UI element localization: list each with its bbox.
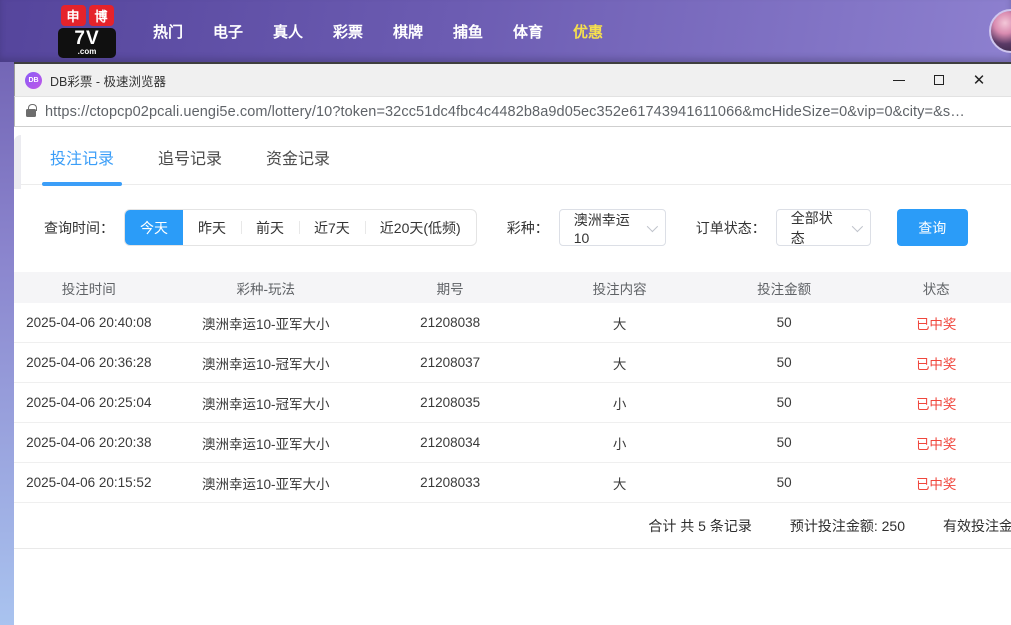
cell-lottery-play: 澳洲幸运10-亚军大小 — [164, 473, 368, 493]
browser-window: DB DB彩票 - 极速浏览器 ✕ https://ctopcp02pcali.… — [14, 62, 1011, 625]
nav-item-lottery[interactable]: 彩票 — [318, 21, 378, 42]
cell-issue: 21208035 — [368, 395, 533, 410]
cell-issue: 21208033 — [368, 475, 533, 490]
cell-bet-amount: 50 — [707, 355, 862, 370]
table-row: 2025-04-06 20:15:52 澳洲幸运10-亚军大小 21208033… — [14, 463, 1011, 503]
chevron-down-icon — [646, 220, 657, 231]
cell-bet-content: 大 — [532, 353, 706, 373]
lottery-select[interactable]: 澳洲幸运10 — [559, 209, 666, 246]
cell-bet-content: 小 — [532, 393, 706, 413]
chevron-down-icon — [851, 220, 862, 231]
site-logo[interactable]: 申 博 7V .com — [58, 5, 116, 58]
tab-fund-records[interactable]: 资金记录 — [266, 145, 330, 184]
cell-bet-content: 大 — [532, 473, 706, 493]
header-status: 状态 — [861, 278, 1011, 298]
cell-bet-content: 大 — [532, 313, 706, 333]
status-filter-label: 订单状态： — [696, 218, 766, 238]
lottery-select-value: 澳洲幸运10 — [574, 210, 639, 246]
page-url: https://ctopcp02pcali.uengi5e.com/lotter… — [45, 104, 965, 120]
time-option-7days[interactable]: 近7天 — [299, 210, 365, 245]
cell-bet-time: 2025-04-06 20:36:28 — [14, 355, 164, 370]
cell-issue: 21208038 — [368, 315, 533, 330]
app-icon: DB — [25, 72, 42, 89]
cell-lottery-play: 澳洲幸运10-冠军大小 — [164, 353, 368, 373]
table-row: 2025-04-06 20:20:38 澳洲幸运10-亚军大小 21208034… — [14, 423, 1011, 463]
maximize-button[interactable] — [919, 66, 959, 94]
window-titlebar: DB DB彩票 - 极速浏览器 ✕ — [14, 64, 1011, 96]
minimize-button[interactable] — [879, 66, 919, 94]
cell-issue: 21208034 — [368, 435, 533, 450]
cell-lottery-play: 澳洲幸运10-亚军大小 — [164, 433, 368, 453]
nav-item-chess[interactable]: 棋牌 — [378, 21, 438, 42]
tab-bet-records[interactable]: 投注记录 — [50, 145, 114, 184]
query-filters: 查询时间： 今天 昨天 前天 近7天 近20天(低频) 彩种： 澳洲幸运10 订… — [44, 209, 1011, 246]
lottery-filter-label: 彩种： — [507, 218, 549, 238]
page-content: 投注记录 追号记录 资金记录 查询时间： 今天 昨天 前天 近7天 近20天(低… — [14, 127, 1011, 625]
nav-item-fishing[interactable]: 捕鱼 — [438, 21, 498, 42]
summary-expected-amount: 预计投注金额: 250 — [790, 516, 905, 536]
table-row: 2025-04-06 20:25:04 澳洲幸运10-冠军大小 21208035… — [14, 383, 1011, 423]
cell-bet-time: 2025-04-06 20:40:08 — [14, 315, 164, 330]
header-lottery-play: 彩种-玩法 — [164, 278, 368, 298]
cell-status: 已中奖 — [861, 433, 1011, 453]
cell-bet-amount: 50 — [707, 315, 862, 330]
nav-item-sports[interactable]: 体育 — [498, 21, 558, 42]
record-tabs: 投注记录 追号记录 资金记录 — [14, 127, 1011, 185]
time-option-20days[interactable]: 近20天(低频) — [365, 210, 476, 245]
summary-total-records: 合计 共 5 条记录 — [648, 516, 751, 536]
logo-badge-left: 申 — [61, 5, 86, 26]
summary-valid-amount: 有效投注金额 — [943, 516, 1011, 536]
header-issue: 期号 — [368, 278, 533, 298]
table-row: 2025-04-06 20:36:28 澳洲幸运10-冠军大小 21208037… — [14, 343, 1011, 383]
order-status-select[interactable]: 全部状态 — [776, 209, 871, 246]
bet-records-table: 投注时间 彩种-玩法 期号 投注内容 投注金额 状态 2025-04-06 20… — [14, 272, 1011, 549]
time-range-group: 今天 昨天 前天 近7天 近20天(低频) — [124, 209, 477, 246]
cell-bet-amount: 50 — [707, 435, 862, 450]
close-button[interactable]: ✕ — [959, 66, 999, 94]
cell-bet-amount: 50 — [707, 395, 862, 410]
minimize-icon — [893, 80, 905, 81]
cell-lottery-play: 澳洲幸运10-亚军大小 — [164, 313, 368, 333]
cell-issue: 21208037 — [368, 355, 533, 370]
maximize-icon — [934, 75, 944, 85]
table-row: 2025-04-06 20:40:08 澳洲幸运10-亚军大小 21208038… — [14, 303, 1011, 343]
cell-bet-time: 2025-04-06 20:20:38 — [14, 435, 164, 450]
time-option-day-before[interactable]: 前天 — [241, 210, 299, 245]
cell-status: 已中奖 — [861, 473, 1011, 493]
corner-accent — [14, 135, 21, 189]
cell-status: 已中奖 — [861, 393, 1011, 413]
nav-item-promo[interactable]: 优惠 — [558, 21, 618, 42]
user-avatar[interactable] — [989, 9, 1011, 53]
time-option-today[interactable]: 今天 — [125, 210, 183, 245]
table-summary-row: 合计 共 5 条记录 预计投注金额: 250 有效投注金额 — [14, 503, 1011, 549]
header-bet-amount: 投注金额 — [707, 278, 862, 298]
cell-bet-content: 小 — [532, 433, 706, 453]
cell-bet-amount: 50 — [707, 475, 862, 490]
logo-badge-right: 博 — [89, 5, 114, 26]
cell-lottery-play: 澳洲幸运10-冠军大小 — [164, 393, 368, 413]
nav-menu: 热门 电子 真人 彩票 棋牌 捕鱼 体育 优惠 — [138, 21, 618, 42]
close-icon: ✕ — [973, 73, 986, 88]
time-option-yesterday[interactable]: 昨天 — [183, 210, 241, 245]
header-bet-content: 投注内容 — [532, 278, 706, 298]
time-filter-label: 查询时间： — [44, 218, 114, 238]
logo-main-text: 7V — [58, 29, 116, 48]
header-bet-time: 投注时间 — [14, 278, 164, 298]
table-header-row: 投注时间 彩种-玩法 期号 投注内容 投注金额 状态 — [14, 272, 1011, 303]
cell-bet-time: 2025-04-06 20:15:52 — [14, 475, 164, 490]
cell-status: 已中奖 — [861, 353, 1011, 373]
query-button[interactable]: 查询 — [897, 209, 968, 246]
address-bar[interactable]: https://ctopcp02pcali.uengi5e.com/lotter… — [14, 96, 1011, 127]
logo-sub-text: .com — [58, 48, 116, 56]
ssl-lock-icon — [26, 109, 36, 117]
nav-item-electronic[interactable]: 电子 — [198, 21, 258, 42]
cell-bet-time: 2025-04-06 20:25:04 — [14, 395, 164, 410]
site-navbar: 申 博 7V .com 热门 电子 真人 彩票 棋牌 捕鱼 体育 优惠 — [0, 0, 1011, 62]
cell-status: 已中奖 — [861, 313, 1011, 333]
nav-item-hot[interactable]: 热门 — [138, 21, 198, 42]
nav-item-live[interactable]: 真人 — [258, 21, 318, 42]
window-title: DB彩票 - 极速浏览器 — [50, 71, 166, 90]
status-select-value: 全部状态 — [791, 208, 844, 248]
tab-chase-records[interactable]: 追号记录 — [158, 145, 222, 184]
